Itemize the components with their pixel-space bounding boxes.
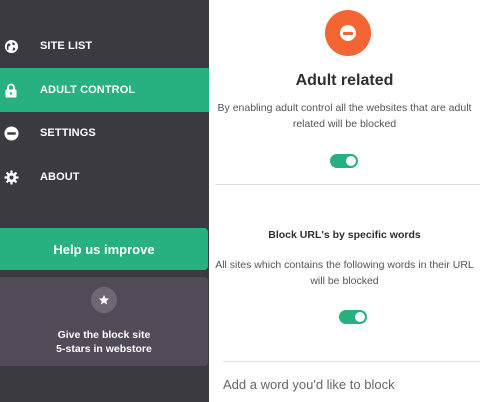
adult-description-line-2: related will be blocked <box>292 118 397 130</box>
words-section-title: Block URL's by specific words <box>268 229 421 241</box>
words-description-line-1: All sites which contains the following w… <box>215 259 474 271</box>
adult-section-title: Adult related <box>295 72 394 89</box>
main-panel: Adult related By enabling adult control … <box>209 0 480 402</box>
sidebar-item-adult-control[interactable]: ADULT CONTROL <box>0 68 209 112</box>
sidebar-item-site-list[interactable]: SITE LIST <box>0 24 209 68</box>
minus-circle-icon <box>3 125 19 141</box>
words-block-toggle[interactable] <box>339 310 367 324</box>
star-icon <box>91 287 117 313</box>
sidebar-item-label: SITE LIST <box>40 40 93 52</box>
rate-text-line-2: 5-stars in webstore <box>56 343 152 355</box>
adult-control-toggle[interactable] <box>330 154 358 168</box>
divider <box>215 184 480 185</box>
word-input[interactable] <box>223 372 478 396</box>
sidebar-item-settings[interactable]: SETTINGS <box>0 111 209 155</box>
divider <box>223 361 480 362</box>
block-icon <box>325 10 371 56</box>
help-us-improve-button[interactable]: Help us improve <box>0 228 208 270</box>
sidebar-item-about[interactable]: ABOUT <box>0 155 209 199</box>
sidebar-item-label: SETTINGS <box>40 127 96 139</box>
sidebar: SITE LIST ADULT CONTROL SETTINGS ABOUT H… <box>0 0 209 402</box>
rate-text-line-1: Give the block site <box>57 329 151 341</box>
globe-icon <box>3 38 19 54</box>
rate-webstore-card[interactable]: Give the block site 5-stars in webstore <box>0 277 208 366</box>
sidebar-item-label: ADULT CONTROL <box>40 84 136 96</box>
words-description-line-2: will be blocked <box>310 275 379 287</box>
lock-icon <box>3 82 19 98</box>
gear-icon <box>3 169 19 185</box>
sidebar-item-label: ABOUT <box>40 171 80 183</box>
adult-description-line-1: By enabling adult control all the websit… <box>217 102 472 114</box>
